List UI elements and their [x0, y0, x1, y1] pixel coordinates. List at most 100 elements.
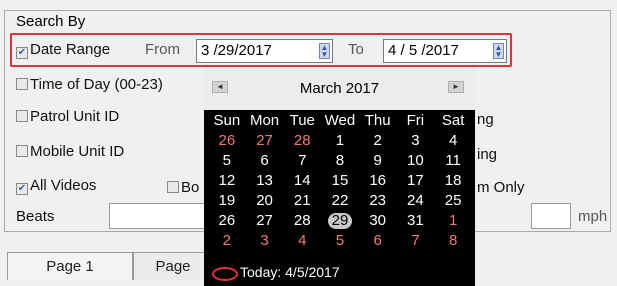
calendar-day-number: 2 [222, 231, 232, 249]
calendar-day[interactable]: 28 [283, 210, 321, 230]
calendar-day[interactable]: 27 [246, 130, 284, 150]
calendar-day[interactable]: 13 [246, 170, 284, 190]
calendar-day-number: 27 [256, 131, 273, 149]
calendar-day[interactable]: 7 [283, 150, 321, 170]
calendar-day[interactable]: 8 [321, 150, 359, 170]
calendar-day[interactable]: 14 [283, 170, 321, 190]
calendar-popup: ◄ March 2017 ► Sun Mon Tue Wed Thu Fri Sat 26 2… [204, 68, 475, 286]
calendar-day[interactable]: 15 [321, 170, 359, 190]
time-of-day-checkbox[interactable]: Time of Day (00-23) [16, 76, 163, 93]
second-checkbox-label: Bo [181, 179, 200, 196]
calendar-day-number: 17 [407, 171, 424, 189]
speed-unit-label: mph [578, 208, 608, 225]
calendar-day[interactable]: 19 [208, 190, 246, 210]
calendar-day[interactable]: 24 [397, 190, 435, 210]
calendar-day-number: 3 [260, 231, 269, 249]
calendar-day[interactable]: 9 [359, 150, 397, 170]
from-date-field[interactable]: 3 /29/2017 ▲ ▼ [196, 39, 333, 63]
checkbox-icon [16, 183, 28, 195]
calendar-day[interactable]: 6 [359, 230, 397, 250]
calendar-day[interactable]: 2 [359, 130, 397, 150]
calendar-day[interactable]: 29 [321, 210, 359, 230]
calendar-day[interactable]: 27 [246, 210, 284, 230]
calendar-day[interactable]: 20 [246, 190, 284, 210]
to-date-field[interactable]: 4 / 5 /2017 ▲ ▼ [383, 39, 507, 63]
speed-input[interactable] [531, 203, 571, 229]
to-label: To [348, 41, 364, 58]
date-range-checkbox[interactable]: Date Range [16, 41, 110, 59]
calendar-day[interactable]: 31 [397, 210, 435, 230]
calendar-day-number: 12 [218, 171, 236, 189]
beats-input[interactable] [109, 203, 209, 229]
calendar-day-number: 11 [445, 151, 461, 169]
calendar-day[interactable]: 4 [434, 130, 472, 150]
calendar-day[interactable]: 17 [397, 170, 435, 190]
patrol-unit-label: Patrol Unit ID [30, 108, 120, 125]
calendar-day[interactable]: 1 [434, 210, 472, 230]
calendar-header: ◄ March 2017 ► [204, 68, 475, 110]
calendar-day-number: 31 [407, 211, 424, 229]
tab-page-2[interactable]: Page [133, 252, 213, 280]
calendar-day-number: 3 [411, 131, 420, 149]
second-checkbox[interactable]: Bo [167, 179, 199, 196]
calendar-grid: Sun Mon Tue Wed Thu Fri Sat 26 27 28 1 2 3 4 5 6 7 8 9 10 1… [208, 110, 472, 250]
calendar-day-number: 15 [331, 171, 349, 189]
calendar-day[interactable]: 5 [208, 150, 246, 170]
calendar-day-number: 21 [293, 191, 311, 209]
calendar-day[interactable]: 6 [246, 150, 284, 170]
calendar-week-row: 19 20 21 22 23 24 25 [208, 190, 472, 210]
calendar-day[interactable]: 25 [434, 190, 472, 210]
today-marker-icon [212, 267, 238, 281]
calendar-day[interactable]: 7 [397, 230, 435, 250]
calendar-day-number: 26 [218, 211, 236, 229]
calendar-day[interactable]: 23 [359, 190, 397, 210]
calendar-day-number: 4 [298, 231, 307, 249]
calendar-day[interactable]: 8 [434, 230, 472, 250]
weekday-label: Sat [441, 111, 465, 129]
calendar-day[interactable]: 16 [359, 170, 397, 190]
calendar-day[interactable]: 12 [208, 170, 246, 190]
today-row[interactable]: Today: 4/5/2017 [212, 264, 340, 281]
calendar-day[interactable]: 26 [208, 130, 246, 150]
group-title: Search By [13, 13, 89, 30]
patrol-unit-checkbox[interactable]: Patrol Unit ID [16, 108, 119, 125]
weekday-label: Thu [364, 111, 391, 129]
tab-page-1[interactable]: Page 1 [7, 252, 133, 280]
to-spinner-icon[interactable]: ▲ ▼ [493, 43, 504, 59]
calendar-day-number: 1 [335, 131, 345, 149]
calendar-day-number: 18 [444, 171, 462, 189]
calendar-day[interactable]: 18 [434, 170, 472, 190]
calendar-day-number: 7 [298, 151, 307, 169]
calendar-day[interactable]: 10 [397, 150, 435, 170]
calendar-day-number: 30 [369, 211, 386, 229]
all-videos-checkbox[interactable]: All Videos [16, 177, 96, 195]
calendar-day[interactable]: 3 [246, 230, 284, 250]
calendar-day-number: 5 [222, 151, 232, 169]
calendar-day[interactable]: 30 [359, 210, 397, 230]
calendar-day[interactable]: 22 [321, 190, 359, 210]
calendar-day-number: 27 [256, 211, 273, 229]
next-month-icon[interactable]: ► [448, 81, 464, 93]
from-date-value: 3 /29/2017 [201, 42, 272, 59]
calendar-day[interactable]: 2 [208, 230, 246, 250]
checkbox-icon [167, 181, 179, 193]
calendar-day[interactable]: 21 [283, 190, 321, 210]
weekday-label: Mon [249, 111, 280, 129]
weekday-label: Fri [406, 111, 425, 129]
calendar-day[interactable]: 28 [283, 130, 321, 150]
calendar-day[interactable]: 4 [283, 230, 321, 250]
from-label: From [145, 41, 180, 58]
from-spinner-icon[interactable]: ▲ ▼ [319, 43, 330, 59]
calendar-week-row: 5 6 7 8 9 10 11 [208, 150, 472, 170]
beats-label: Beats [16, 208, 55, 225]
calendar-week-row: 12 13 14 15 16 17 18 [208, 170, 472, 190]
mobile-unit-checkbox[interactable]: Mobile Unit ID [16, 143, 124, 160]
calendar-day[interactable]: 1 [321, 130, 359, 150]
time-of-day-label: Time of Day (00-23) [30, 76, 163, 93]
calendar-day-number: 25 [444, 191, 462, 209]
checkbox-icon [16, 47, 28, 59]
calendar-day[interactable]: 3 [397, 130, 435, 150]
calendar-day[interactable]: 26 [208, 210, 246, 230]
calendar-day[interactable]: 5 [321, 230, 359, 250]
calendar-day[interactable]: 11 [434, 150, 472, 170]
